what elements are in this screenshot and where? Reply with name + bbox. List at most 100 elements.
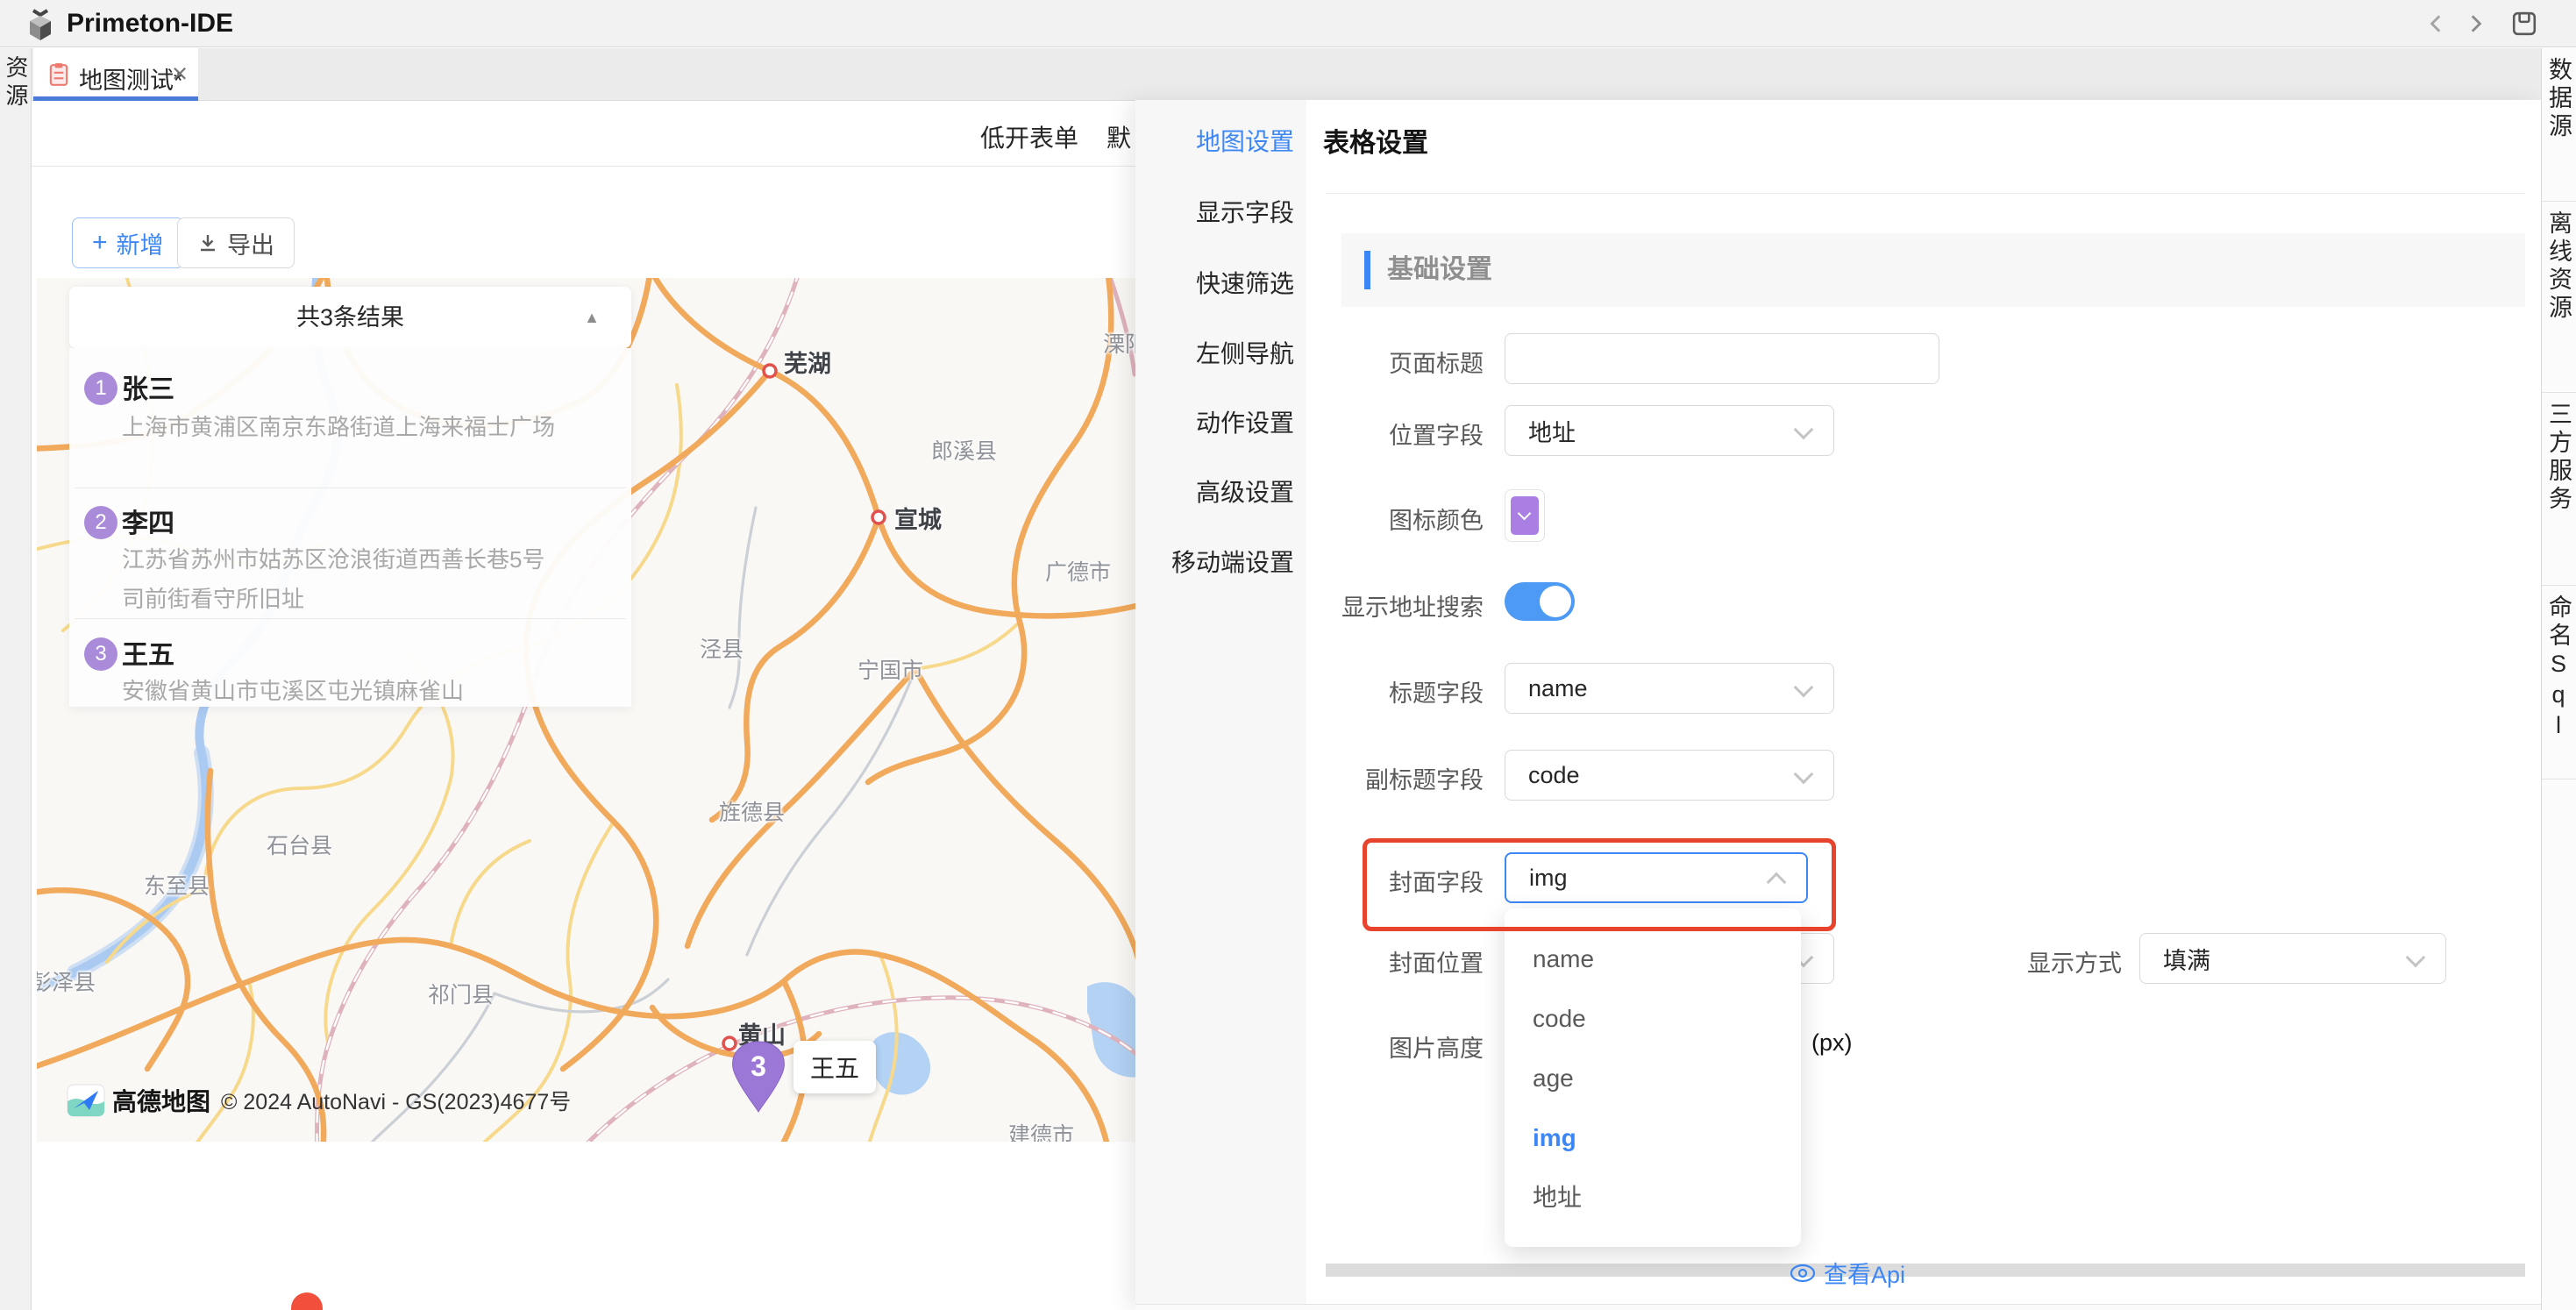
field-label-position-field: 位置字段 bbox=[1273, 416, 1484, 451]
display-mode-select[interactable]: 填满 bbox=[2139, 933, 2446, 984]
field-label-subtitle-field: 副标题字段 bbox=[1273, 761, 1484, 795]
top-bar: Primeton-IDE bbox=[0, 0, 2576, 47]
annotation-highlight-box bbox=[1363, 838, 1836, 931]
rail-item-label: 三方服务 bbox=[2542, 393, 2576, 585]
display-mode-value: 填满 bbox=[2163, 942, 2210, 976]
map-district-label: 建德市 bbox=[1008, 1118, 1074, 1142]
field-label-icon-color: 图标颜色 bbox=[1273, 502, 1484, 536]
subtitle-field-value: code bbox=[1528, 762, 1580, 789]
download-icon bbox=[197, 232, 218, 253]
dropdown-option-age[interactable]: age bbox=[1505, 1049, 1801, 1108]
map-attribution: 高德地图 © 2024 AutoNavi - GS(2023)4677号 bbox=[67, 1083, 571, 1118]
map-district-label: 东至县 bbox=[144, 869, 210, 901]
tab-close-icon[interactable]: × bbox=[172, 58, 188, 89]
section-title: 基础设置 bbox=[1387, 233, 1492, 307]
map-district-label: 泾县 bbox=[700, 632, 744, 664]
list-item[interactable]: 3 王五 安徽省黄山市屯溪区屯光镇麻雀山 bbox=[69, 618, 631, 707]
plus-icon: + bbox=[92, 228, 108, 258]
dropdown-option-code[interactable]: code bbox=[1505, 989, 1801, 1049]
icon-color-picker[interactable] bbox=[1505, 489, 1545, 542]
tab-map-test[interactable]: 地图测试* × bbox=[33, 48, 198, 101]
map-district-label: 广德市 bbox=[1045, 555, 1111, 587]
view-api-label: 查看Api bbox=[1824, 1256, 1905, 1290]
dropdown-option-name[interactable]: name bbox=[1505, 929, 1801, 989]
field-label-display-mode: 显示方式 bbox=[1920, 944, 2122, 979]
field-label-show-address-search: 显示地址搜索 bbox=[1273, 588, 1484, 623]
rail-item-label: 离线资源 bbox=[2542, 202, 2576, 392]
rail-item-offline-resources[interactable]: 离线资源 bbox=[2542, 202, 2576, 393]
rail-item-thirdparty-services[interactable]: 三方服务 bbox=[2542, 393, 2576, 586]
horizontal-scrollbar[interactable] bbox=[1326, 1264, 2525, 1277]
section-basic-settings: 基础设置 bbox=[1341, 233, 2525, 307]
map-district-label: 宁国市 bbox=[857, 653, 923, 685]
drawer-title: 表格设置 bbox=[1323, 121, 1428, 160]
show-address-search-toggle[interactable] bbox=[1505, 582, 1575, 621]
list-item[interactable]: 1 张三 上海市黄浦区南京东路街道上海来福士广场 bbox=[69, 348, 631, 488]
add-button[interactable]: + 新增 bbox=[72, 217, 184, 268]
chevron-down-icon bbox=[2406, 948, 2426, 968]
view-api-link[interactable]: 查看Api bbox=[1789, 1256, 1905, 1290]
rail-item-label: 命名Sql bbox=[2542, 586, 2576, 779]
left-rail: 资源 bbox=[0, 48, 32, 1310]
left-rail-resources[interactable]: 资源 bbox=[0, 55, 32, 111]
collapse-icon[interactable]: ▲ bbox=[584, 287, 600, 348]
page-header-tab-form[interactable]: 低开表单 bbox=[980, 119, 1078, 154]
field-label-image-height: 图片高度 bbox=[1273, 1029, 1484, 1064]
menu-item-display-fields[interactable]: 显示字段 bbox=[1135, 194, 1306, 229]
map-city-label: 芜湖 bbox=[784, 345, 831, 379]
image-height-suffix: (px) bbox=[1811, 1029, 1853, 1057]
item-address: 安徽省黄山市屯溪区屯光镇麻雀山 bbox=[122, 672, 565, 711]
chevron-down-icon bbox=[1518, 507, 1532, 521]
menu-item-map-settings[interactable]: 地图设置 bbox=[1135, 123, 1306, 158]
rail-item-label: 数据源 bbox=[2542, 48, 2576, 201]
export-button-label: 导出 bbox=[227, 226, 274, 260]
primeton-ide-window: Primeton-IDE 资源 地图测试* × 低开表单 默 + bbox=[0, 0, 2576, 1310]
rail-item-named-sql[interactable]: 命名Sql bbox=[2542, 586, 2576, 780]
nav-back-icon[interactable] bbox=[2425, 12, 2448, 35]
menu-item-quick-filter[interactable]: 快速筛选 bbox=[1135, 265, 1306, 300]
menu-item-mobile-settings[interactable]: 移动端设置 bbox=[1135, 544, 1306, 579]
app-logo-icon bbox=[23, 7, 58, 42]
nav-forward-icon[interactable] bbox=[2464, 12, 2487, 35]
item-address: 上海市黄浦区南京东路街道上海来福士广场 bbox=[122, 408, 565, 447]
dropdown-option-img[interactable]: img bbox=[1505, 1108, 1801, 1168]
add-button-label: 新增 bbox=[117, 226, 164, 260]
map-marker-pin[interactable]: 3 bbox=[730, 1040, 786, 1114]
map-district-label: 旌德县 bbox=[719, 795, 785, 827]
rail-item-datasource[interactable]: 数据源 bbox=[2542, 48, 2576, 202]
toggle-knob bbox=[1540, 586, 1571, 617]
app-title: Primeton-IDE bbox=[67, 0, 233, 47]
dropdown-option-address[interactable]: 地址 bbox=[1505, 1168, 1801, 1228]
map-marker-label[interactable]: 王五 bbox=[793, 1041, 876, 1093]
result-list: 1 张三 上海市黄浦区南京东路街道上海来福士广场 2 李四 江苏省苏州市姑苏区沧… bbox=[69, 348, 631, 707]
field-label-cover-position: 封面位置 bbox=[1273, 944, 1484, 979]
item-name: 李四 bbox=[122, 502, 174, 540]
field-label-title-field: 标题字段 bbox=[1273, 674, 1484, 708]
map-brand: 高德地图 bbox=[112, 1083, 210, 1118]
result-list-header[interactable]: 共3条结果 ▲ bbox=[69, 287, 631, 348]
position-field-select[interactable]: 地址 bbox=[1505, 405, 1834, 456]
page-title-input[interactable] bbox=[1505, 333, 1939, 384]
item-address: 江苏省苏州市姑苏区沧浪街道西善长巷5号司前街看守所旧址 bbox=[122, 540, 565, 619]
subtitle-field-select[interactable]: code bbox=[1505, 750, 1834, 801]
map-copyright: © 2024 AutoNavi - GS(2023)4677号 bbox=[221, 1085, 571, 1116]
item-name: 王五 bbox=[122, 633, 174, 672]
tab-title: 地图测试* bbox=[79, 61, 183, 96]
export-button[interactable]: 导出 bbox=[177, 217, 295, 268]
map-district-label: 石台县 bbox=[267, 829, 332, 860]
document-icon bbox=[49, 62, 68, 87]
save-icon[interactable] bbox=[2511, 11, 2537, 37]
map-marker-label-text: 王五 bbox=[810, 1050, 859, 1085]
section-accent-bar bbox=[1364, 251, 1370, 289]
title-field-select[interactable]: name bbox=[1505, 663, 1834, 714]
tab-strip bbox=[32, 48, 2541, 101]
title-field-value: name bbox=[1528, 675, 1588, 702]
map-district-label: 彭泽县 bbox=[37, 965, 96, 997]
chevron-down-icon bbox=[1794, 678, 1814, 698]
page-header-tab-partial[interactable]: 默 bbox=[1107, 119, 1131, 154]
list-item[interactable]: 2 李四 江苏省苏州市姑苏区沧浪街道西善长巷5号司前街看守所旧址 bbox=[69, 488, 631, 618]
map-district-label: 郎溪县 bbox=[931, 434, 997, 466]
map-district-label: 溧阳 bbox=[1103, 327, 1135, 359]
drawer-bottom-strip bbox=[1135, 1305, 2541, 1310]
item-name: 张三 bbox=[122, 367, 174, 406]
